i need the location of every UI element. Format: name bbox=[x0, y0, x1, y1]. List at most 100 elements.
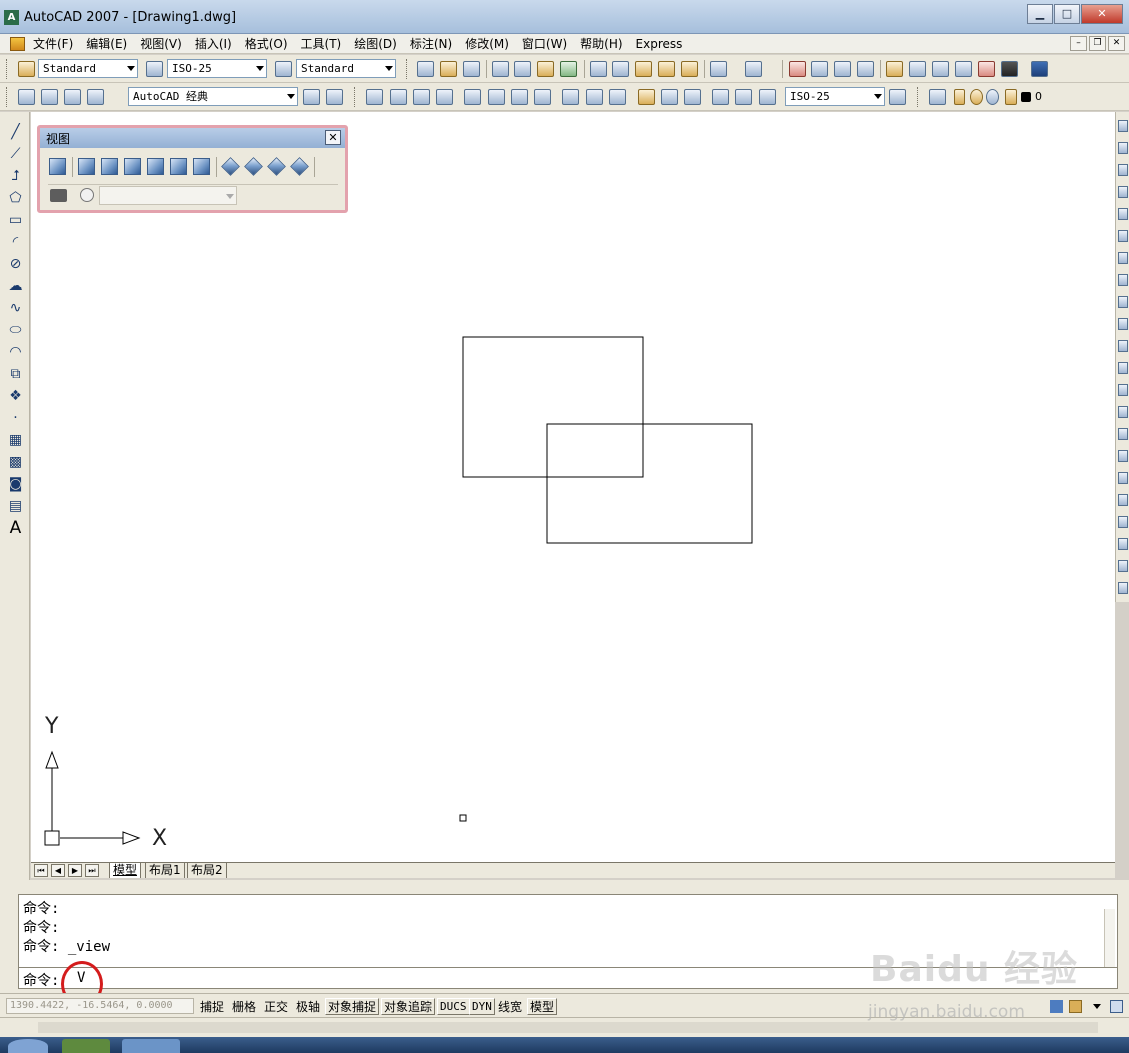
ellipse-arc-icon[interactable]: ◠ bbox=[7, 344, 24, 360]
baseline-dim-icon[interactable] bbox=[586, 89, 603, 105]
toolbar-grip[interactable] bbox=[6, 59, 9, 79]
start-button[interactable] bbox=[8, 1039, 48, 1053]
tolerance-icon[interactable] bbox=[661, 89, 678, 105]
status-toggle[interactable]: 栅格 bbox=[229, 998, 259, 1015]
arc-icon[interactable]: ◜ bbox=[7, 234, 24, 250]
taskbar-app[interactable] bbox=[62, 1039, 110, 1053]
view-toolbar-close-button[interactable]: ✕ bbox=[325, 130, 341, 145]
next-tab-button[interactable]: ▶ bbox=[68, 864, 82, 877]
minimize-button[interactable]: ▁ bbox=[1027, 4, 1053, 24]
last-tab-button[interactable]: ⏭ bbox=[85, 864, 99, 877]
top-view-icon[interactable] bbox=[78, 158, 95, 175]
design-center-icon[interactable] bbox=[909, 61, 926, 77]
angular-dim-icon[interactable] bbox=[534, 89, 551, 105]
rectangle-1[interactable] bbox=[462, 336, 644, 478]
jogged-dim-icon[interactable] bbox=[488, 89, 505, 105]
toolbar-grip[interactable] bbox=[406, 59, 409, 79]
workspace-select[interactable]: AutoCAD 经典 bbox=[128, 87, 298, 106]
bring-front-icon[interactable] bbox=[1118, 516, 1128, 528]
status-toggle[interactable]: 极轴 bbox=[293, 998, 323, 1015]
tab-layout1[interactable]: 布局1 bbox=[145, 863, 185, 878]
break-icon[interactable] bbox=[1118, 384, 1128, 396]
status-toggle[interactable]: 正交 bbox=[261, 998, 291, 1015]
menu-help[interactable]: 帮助(H) bbox=[580, 36, 622, 52]
cut-icon[interactable] bbox=[590, 61, 607, 77]
array-icon[interactable] bbox=[1118, 208, 1128, 220]
text-style-select[interactable]: Standard bbox=[38, 59, 138, 78]
toolbar-grip[interactable] bbox=[6, 87, 9, 107]
join-icon[interactable] bbox=[1118, 406, 1128, 418]
se-iso-icon[interactable] bbox=[244, 157, 263, 176]
right-view-icon[interactable] bbox=[147, 158, 164, 175]
table-icon[interactable]: ▤ bbox=[7, 498, 24, 514]
light-bulb-icon[interactable] bbox=[954, 89, 965, 105]
workspace-toggle-icon[interactable] bbox=[326, 89, 343, 105]
ordinate-dim-icon[interactable] bbox=[436, 89, 453, 105]
freeze-icon[interactable] bbox=[986, 89, 999, 105]
zoom-previous-icon[interactable] bbox=[857, 61, 874, 77]
dim-style-select[interactable]: ISO-25 bbox=[167, 59, 267, 78]
zoom-window-icon[interactable] bbox=[834, 61, 851, 77]
plot-preview-icon[interactable] bbox=[514, 61, 531, 77]
status-toggle[interactable]: 捕捉 bbox=[197, 998, 227, 1015]
drawing-canvas[interactable]: Y X bbox=[31, 112, 1115, 862]
spline-icon[interactable]: ∿ bbox=[7, 300, 24, 316]
send-back-icon[interactable] bbox=[1118, 538, 1128, 550]
dim-update-icon[interactable] bbox=[759, 89, 776, 105]
view-toolbar-titlebar[interactable]: 视图 ✕ bbox=[40, 128, 345, 148]
layer-properties-icon[interactable] bbox=[929, 89, 946, 105]
dim-style-control[interactable]: ISO-25 bbox=[785, 87, 885, 106]
arc-length-icon[interactable] bbox=[413, 89, 430, 105]
autocad-app-icon[interactable]: A bbox=[4, 10, 19, 25]
dim-edit-icon[interactable] bbox=[712, 89, 729, 105]
status-menu-icon[interactable] bbox=[1093, 1000, 1106, 1013]
region-icon[interactable]: ◙ bbox=[7, 476, 24, 492]
named-views-icon[interactable] bbox=[49, 158, 66, 175]
tab-model[interactable]: 模型 bbox=[109, 863, 142, 878]
clean-screen-icon[interactable] bbox=[1110, 1000, 1123, 1013]
doc-close-button[interactable]: ✕ bbox=[1108, 36, 1125, 51]
menu-edit[interactable]: 编辑(E) bbox=[86, 36, 127, 52]
status-toggle[interactable]: 模型 bbox=[527, 998, 558, 1015]
hatch-icon[interactable]: ▦ bbox=[7, 432, 24, 448]
below-icon[interactable] bbox=[1118, 582, 1128, 594]
print-icon[interactable] bbox=[64, 89, 81, 105]
sheet-set-icon[interactable] bbox=[955, 61, 972, 77]
layout-icon[interactable] bbox=[87, 89, 104, 105]
ne-iso-icon[interactable] bbox=[267, 157, 286, 176]
block-editor-icon[interactable] bbox=[681, 61, 698, 77]
close-button[interactable]: ✕ bbox=[1081, 4, 1123, 24]
stretch-icon[interactable] bbox=[1118, 296, 1128, 308]
layer-name[interactable]: 0 bbox=[1035, 90, 1042, 103]
status-toggle[interactable]: 对象追踪 bbox=[381, 998, 436, 1015]
doc-minimize-button[interactable]: – bbox=[1070, 36, 1087, 51]
point-icon[interactable]: · bbox=[7, 410, 24, 426]
tool-palettes-icon[interactable] bbox=[932, 61, 949, 77]
doc-restore-button[interactable]: ❐ bbox=[1089, 36, 1106, 51]
draw-order-icon[interactable] bbox=[1118, 494, 1128, 506]
chamfer-icon[interactable] bbox=[1118, 428, 1128, 440]
circle-icon[interactable]: ⊘ bbox=[7, 256, 24, 272]
toolbar-grip[interactable] bbox=[354, 87, 357, 107]
copy-icon[interactable] bbox=[612, 61, 629, 77]
workspace-settings-icon[interactable] bbox=[18, 89, 35, 105]
back-view-icon[interactable] bbox=[193, 158, 210, 175]
ellipse-icon[interactable]: ⬭ bbox=[7, 322, 24, 338]
aligned-dim-icon[interactable] bbox=[390, 89, 407, 105]
text-style-icon[interactable] bbox=[18, 61, 35, 77]
tab-layout2[interactable]: 布局2 bbox=[187, 863, 227, 878]
diameter-dim-icon[interactable] bbox=[511, 89, 528, 105]
dim-text-edit-icon[interactable] bbox=[735, 89, 752, 105]
sun-icon[interactable] bbox=[970, 89, 983, 105]
menu-draw[interactable]: 绘图(D) bbox=[354, 36, 397, 52]
coordinate-readout[interactable]: 1390.4422, -16.5464, 0.0000 bbox=[6, 998, 194, 1014]
explode-icon[interactable] bbox=[1118, 472, 1128, 484]
status-toggle[interactable]: DYN bbox=[469, 998, 495, 1015]
quick-leader-icon[interactable] bbox=[638, 89, 655, 105]
menu-file[interactable]: 文件(F) bbox=[33, 36, 73, 52]
revision-cloud-icon[interactable]: ☁ bbox=[7, 278, 24, 294]
lock-icon[interactable] bbox=[1005, 89, 1017, 105]
communication-icon[interactable] bbox=[1050, 1000, 1063, 1013]
trim-icon[interactable] bbox=[1118, 318, 1128, 330]
multiline-text-icon[interactable]: A bbox=[7, 520, 24, 537]
